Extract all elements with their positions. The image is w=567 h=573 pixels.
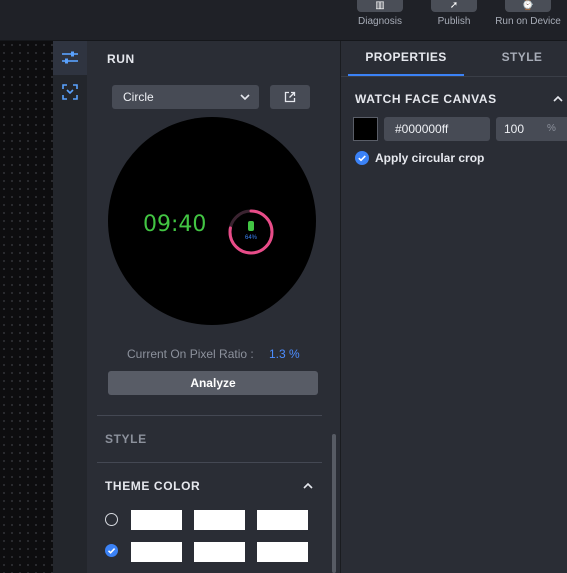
tabs-divider xyxy=(341,76,567,77)
battery-icon xyxy=(248,221,254,231)
circular-crop-label[interactable]: Apply circular crop xyxy=(375,151,484,165)
canvas-color-swatch[interactable] xyxy=(353,117,378,141)
theme-color-swatch[interactable] xyxy=(257,542,308,562)
divider xyxy=(97,462,322,463)
top-toolbar: ▥ Diagnosis ➚ Publish ⌚ Run on Device xyxy=(0,0,567,41)
run-panel-title: RUN xyxy=(107,52,135,66)
shape-select[interactable]: Circle xyxy=(112,85,259,109)
tab-style[interactable]: STYLE xyxy=(464,41,567,74)
run-on-device-button[interactable]: ⌚ Run on Device xyxy=(495,0,561,40)
run-on-device-icon: ⌚ xyxy=(505,0,551,12)
canvas-color-hex-input[interactable]: #000000ff xyxy=(384,117,490,141)
watch-time: 09:40 xyxy=(143,212,207,237)
check-icon xyxy=(358,155,366,162)
shape-select-value: Circle xyxy=(123,90,154,104)
properties-panel: PROPERTIES STYLE WATCH FACE CANVAS #0000… xyxy=(341,41,567,573)
canvas-opacity-input[interactable]: 100 % xyxy=(496,117,567,141)
run-on-device-label: Run on Device xyxy=(495,16,561,27)
run-panel: RUN Circle 09:40 64% Current On Pixel Ra… xyxy=(87,41,341,573)
check-icon xyxy=(107,548,116,554)
scrollbar[interactable] xyxy=(332,434,336,573)
theme-color-swatch[interactable] xyxy=(131,510,182,530)
tool-strip xyxy=(53,41,87,573)
theme-color-swatch[interactable] xyxy=(131,542,182,562)
diagnosis-label: Diagnosis xyxy=(358,16,402,27)
opacity-unit: % xyxy=(547,123,556,134)
tab-properties[interactable]: PROPERTIES xyxy=(348,41,464,76)
external-link-icon xyxy=(284,91,296,103)
battery-percent: 64% xyxy=(244,235,257,241)
watch-face-canvas-title: WATCH FACE CANVAS xyxy=(355,92,497,106)
theme-color-swatch[interactable] xyxy=(257,510,308,530)
watch-face-preview: 09:40 64% xyxy=(108,117,316,325)
theme-color-radio-1[interactable] xyxy=(105,513,118,526)
style-section-header[interactable]: STYLE xyxy=(105,432,147,446)
publish-label: Publish xyxy=(437,16,471,27)
theme-color-radio-2[interactable] xyxy=(105,544,118,557)
on-pixel-ratio-label: Current On Pixel Ratio : xyxy=(127,347,254,361)
sliders-tool-button[interactable] xyxy=(53,41,87,75)
chevron-up-icon[interactable] xyxy=(302,480,314,492)
design-canvas-area[interactable] xyxy=(0,41,53,573)
focus-scan-tool-button[interactable] xyxy=(53,75,87,109)
sliders-icon xyxy=(62,51,78,64)
divider xyxy=(97,415,322,416)
diagnosis-button[interactable]: ▥ Diagnosis xyxy=(357,0,403,40)
focus-scan-icon xyxy=(62,84,78,100)
diagnosis-icon: ▥ xyxy=(357,0,403,12)
open-external-button[interactable] xyxy=(270,85,310,109)
on-pixel-ratio-value: 1.3 % xyxy=(269,347,300,361)
circular-crop-checkbox[interactable] xyxy=(355,151,369,165)
analyze-button[interactable]: Analyze xyxy=(108,371,318,395)
battery-ring xyxy=(228,209,274,255)
opacity-value: 100 xyxy=(504,122,525,136)
theme-color-swatch[interactable] xyxy=(194,542,245,562)
chevron-up-icon[interactable] xyxy=(552,93,564,105)
theme-color-swatch[interactable] xyxy=(194,510,245,530)
publish-button[interactable]: ➚ Publish xyxy=(431,0,477,40)
chevron-down-icon xyxy=(240,94,250,101)
theme-color-title: THEME COLOR xyxy=(105,479,201,493)
publish-icon: ➚ xyxy=(431,0,477,12)
